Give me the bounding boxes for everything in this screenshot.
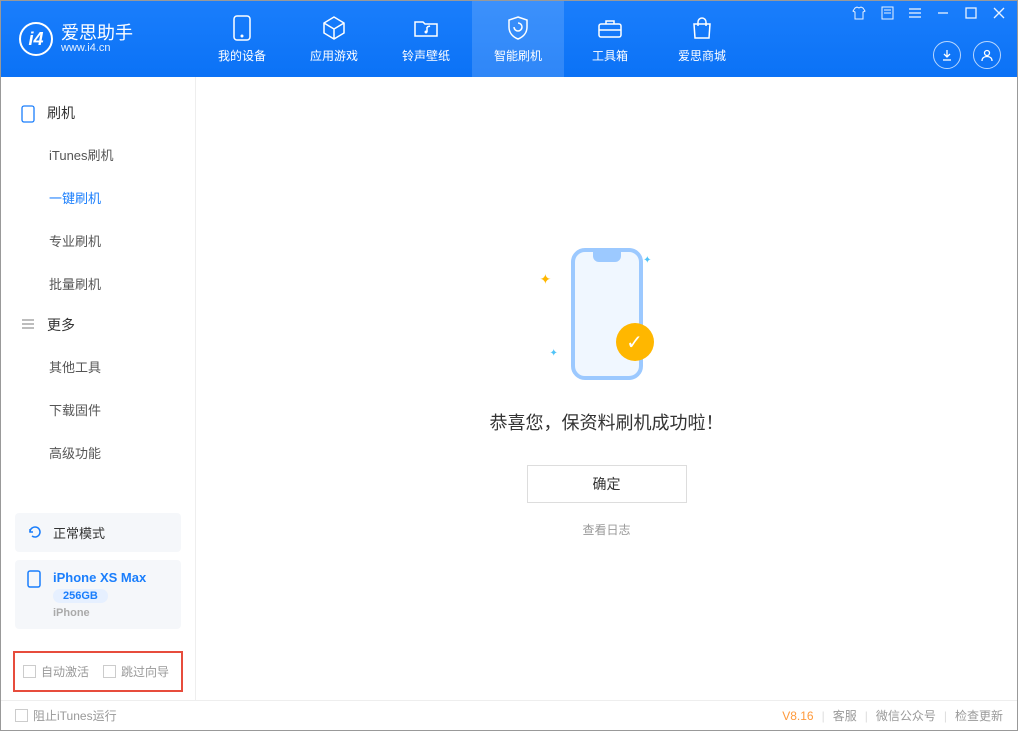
- device-mode-label: 正常模式: [53, 523, 105, 542]
- list-icon: [21, 317, 37, 333]
- app-logo: i4 爱思助手 www.i4.cn: [1, 22, 196, 56]
- main-content: ✓ ✦ ✦ ✦ 恭喜您，保资料刷机成功啦！ 确定 查看日志: [196, 77, 1017, 700]
- status-bar: 阻止iTunes运行 V8.16 | 客服 | 微信公众号 | 检查更新: [1, 700, 1017, 730]
- shield-icon: [505, 15, 531, 41]
- shirt-icon[interactable]: [851, 5, 867, 21]
- user-button[interactable]: [973, 41, 1001, 69]
- menu-icon[interactable]: [907, 5, 923, 21]
- nav-store[interactable]: 爱思商城: [656, 1, 748, 77]
- nav-flash[interactable]: 智能刷机: [472, 1, 564, 77]
- close-button[interactable]: [991, 5, 1007, 21]
- update-link[interactable]: 检查更新: [955, 707, 1003, 724]
- download-button[interactable]: [933, 41, 961, 69]
- sidebar-item-itunes[interactable]: iTunes刷机: [1, 133, 195, 176]
- view-log-link[interactable]: 查看日志: [582, 521, 630, 538]
- device-info-card[interactable]: iPhone XS Max 256GB iPhone: [15, 560, 181, 629]
- phone-icon: [229, 15, 255, 41]
- app-subtitle: www.i4.cn: [61, 42, 133, 54]
- nav-apps[interactable]: 应用游戏: [288, 1, 380, 77]
- note-icon[interactable]: [879, 5, 895, 21]
- version-label: V8.16: [782, 709, 813, 723]
- sidebar-item-pro[interactable]: 专业刷机: [1, 219, 195, 262]
- toolbox-icon: [597, 15, 623, 41]
- sidebar: 刷机 iTunes刷机 一键刷机 专业刷机 批量刷机 更多 其他工具 下载固件 …: [1, 77, 196, 700]
- sidebar-item-firmware[interactable]: 下载固件: [1, 388, 195, 431]
- confirm-button[interactable]: 确定: [527, 465, 687, 503]
- nav-tabs: 我的设备 应用游戏 铃声壁纸 智能刷机 工具箱 爱思商城: [196, 1, 748, 77]
- sidebar-item-advanced[interactable]: 高级功能: [1, 431, 195, 474]
- success-message: 恭喜您，保资料刷机成功啦！: [490, 409, 724, 435]
- phone-outline-icon: [21, 105, 37, 121]
- device-storage: 256GB: [53, 589, 108, 603]
- support-link[interactable]: 客服: [833, 707, 857, 724]
- sidebar-item-other[interactable]: 其他工具: [1, 345, 195, 388]
- device-type: iPhone: [53, 607, 146, 619]
- titlebar: i4 爱思助手 www.i4.cn 我的设备 应用游戏 铃声壁纸 智能刷机 工具…: [1, 1, 1017, 77]
- app-title: 爱思助手: [61, 24, 133, 42]
- sidebar-item-batch[interactable]: 批量刷机: [1, 262, 195, 305]
- sidebar-section-flash: 刷机: [1, 93, 195, 133]
- refresh-icon: [27, 524, 45, 542]
- device-name: iPhone XS Max: [53, 570, 146, 585]
- bag-icon: [689, 15, 715, 41]
- minimize-button[interactable]: [935, 5, 951, 21]
- device-mode-card[interactable]: 正常模式: [15, 513, 181, 552]
- nav-my-device[interactable]: 我的设备: [196, 1, 288, 77]
- cube-icon: [321, 15, 347, 41]
- window-controls: [851, 1, 1017, 77]
- nav-toolbox[interactable]: 工具箱: [564, 1, 656, 77]
- checkmark-icon: ✓: [616, 323, 654, 361]
- success-illustration: ✓ ✦ ✦ ✦: [532, 239, 682, 389]
- maximize-button[interactable]: [963, 5, 979, 21]
- sidebar-item-oneclick[interactable]: 一键刷机: [1, 176, 195, 219]
- nav-ringtones[interactable]: 铃声壁纸: [380, 1, 472, 77]
- music-folder-icon: [413, 15, 439, 41]
- checkbox-block-itunes[interactable]: 阻止iTunes运行: [15, 707, 117, 724]
- checkbox-auto-activate[interactable]: 自动激活: [23, 663, 89, 680]
- checkbox-skip-guide[interactable]: 跳过向导: [103, 663, 169, 680]
- wechat-link[interactable]: 微信公众号: [876, 707, 936, 724]
- logo-icon: i4: [19, 22, 53, 56]
- device-icon: [27, 570, 45, 588]
- sidebar-section-more: 更多: [1, 305, 195, 345]
- options-row: 自动激活 跳过向导: [13, 651, 183, 692]
